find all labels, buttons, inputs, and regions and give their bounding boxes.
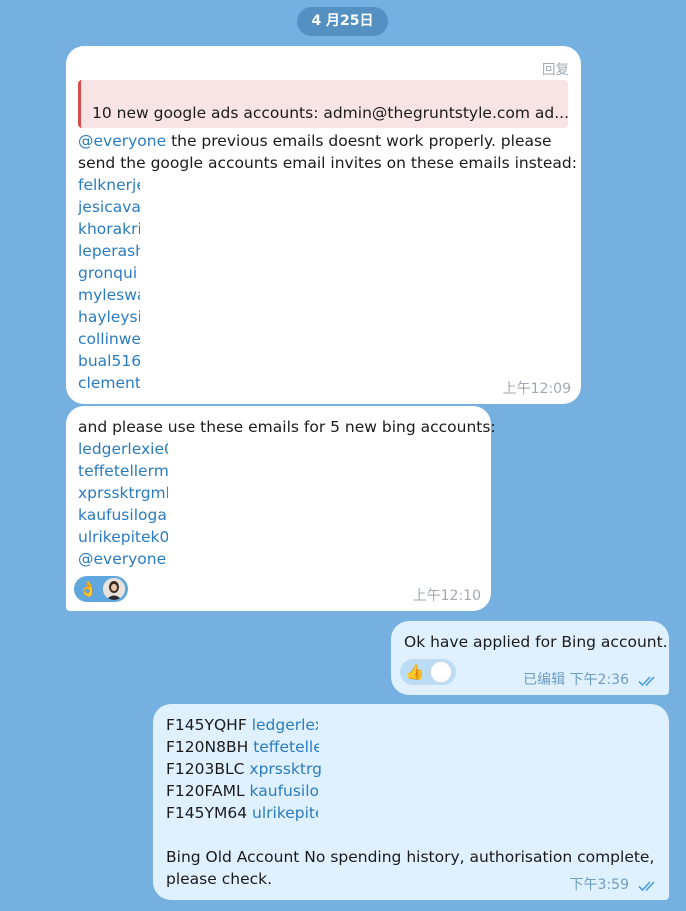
code-row: F120N8BH teffetelle (166, 736, 319, 758)
double-check-icon (638, 676, 655, 687)
email-link[interactable]: ledgerlex (252, 714, 318, 736)
email-link[interactable]: clement (78, 372, 140, 394)
account-code: F120FAML (166, 782, 245, 800)
quoted-text: 10 new google ads accounts: admin@thegru… (92, 104, 570, 122)
mention-link[interactable]: @everyone (78, 132, 166, 150)
quoted-message[interactable]: 10 new google ads accounts: admin@thegru… (78, 80, 570, 128)
email-link[interactable]: felknerje (78, 174, 140, 196)
message-text: Ok have applied for Bing account. (404, 633, 668, 651)
email-link[interactable]: gronqui (78, 262, 140, 284)
account-code: F1203BLC (166, 760, 245, 778)
email-link[interactable]: collinwe (78, 328, 140, 350)
reaction-chip[interactable]: 👍 (400, 659, 456, 685)
mention-link[interactable]: @everyone (78, 550, 166, 568)
email-link[interactable]: myleswa (78, 284, 140, 306)
outgoing-message[interactable]: Ok have applied for Bing account. 👍 已编辑 … (391, 621, 669, 695)
email-link[interactable]: teffetelle (253, 736, 319, 758)
reply-button[interactable]: 回复 (542, 58, 569, 78)
email-link[interactable]: ulrikepite (252, 802, 318, 824)
message-time: 上午12:10 (412, 588, 481, 604)
message-meta: 已编辑 下午2:36 (523, 669, 629, 689)
code-row: F145YQHF ledgerlex (166, 714, 318, 736)
account-code: F120N8BH (166, 738, 249, 756)
message-text: send the google accounts email invites o… (78, 154, 577, 172)
message-text-line: @everyone the previous emails doesnt wor… (78, 130, 552, 152)
avatar[interactable] (103, 578, 125, 600)
message-time: 下午2:36 (569, 672, 629, 688)
double-check-icon (638, 881, 655, 892)
email-link[interactable]: xprssktrg (249, 758, 321, 780)
account-code: F145YM64 (166, 804, 248, 822)
message-text: Bing Old Account No spending history, au… (166, 848, 655, 866)
message-time: 上午12:09 (502, 381, 571, 397)
code-row: F145YM64 ulrikepite (166, 802, 318, 824)
account-code: F145YQHF (166, 716, 247, 734)
email-link[interactable]: xprssktrgml (78, 482, 168, 504)
email-link[interactable]: teffetellerm (78, 460, 168, 482)
thumbs-up-emoji: 👍 (405, 663, 425, 681)
incoming-message[interactable]: and please use these emails for 5 new bi… (66, 406, 496, 611)
reaction-chip[interactable]: 👌 (74, 576, 128, 602)
email-link[interactable]: jesicaval (78, 196, 140, 218)
email-link[interactable]: khorakri (78, 218, 140, 240)
outgoing-message[interactable]: F145YQHF ledgerlex F120N8BH teffetelle F… (153, 704, 669, 900)
email-link[interactable]: ulrikepitek0! (78, 526, 168, 548)
email-link[interactable]: hayleysi (78, 306, 140, 328)
message-text: and please use these emails for 5 new bi… (78, 418, 496, 436)
incoming-message[interactable]: 回复 10 new google ads accounts: admin@the… (66, 46, 581, 404)
message-text: the previous emails doesnt work properly… (166, 132, 552, 150)
email-link[interactable]: leperash (78, 240, 140, 262)
ok-hand-emoji: 👌 (78, 580, 98, 598)
email-link[interactable]: bual516 (78, 350, 140, 372)
email-link[interactable]: ledgerlexie0 (78, 438, 168, 460)
email-link[interactable]: kaufusilogar (78, 504, 168, 526)
avatar[interactable] (430, 661, 452, 683)
message-time: 下午3:59 (569, 877, 629, 893)
message-text: please check. (166, 870, 273, 888)
edited-label: 已编辑 (523, 672, 566, 688)
code-row: F1203BLC xprssktrg (166, 758, 321, 780)
date-separator: 4 月25日 (297, 7, 388, 36)
email-link[interactable]: kaufusilo (250, 780, 318, 802)
code-row: F120FAML kaufusilo (166, 780, 318, 802)
